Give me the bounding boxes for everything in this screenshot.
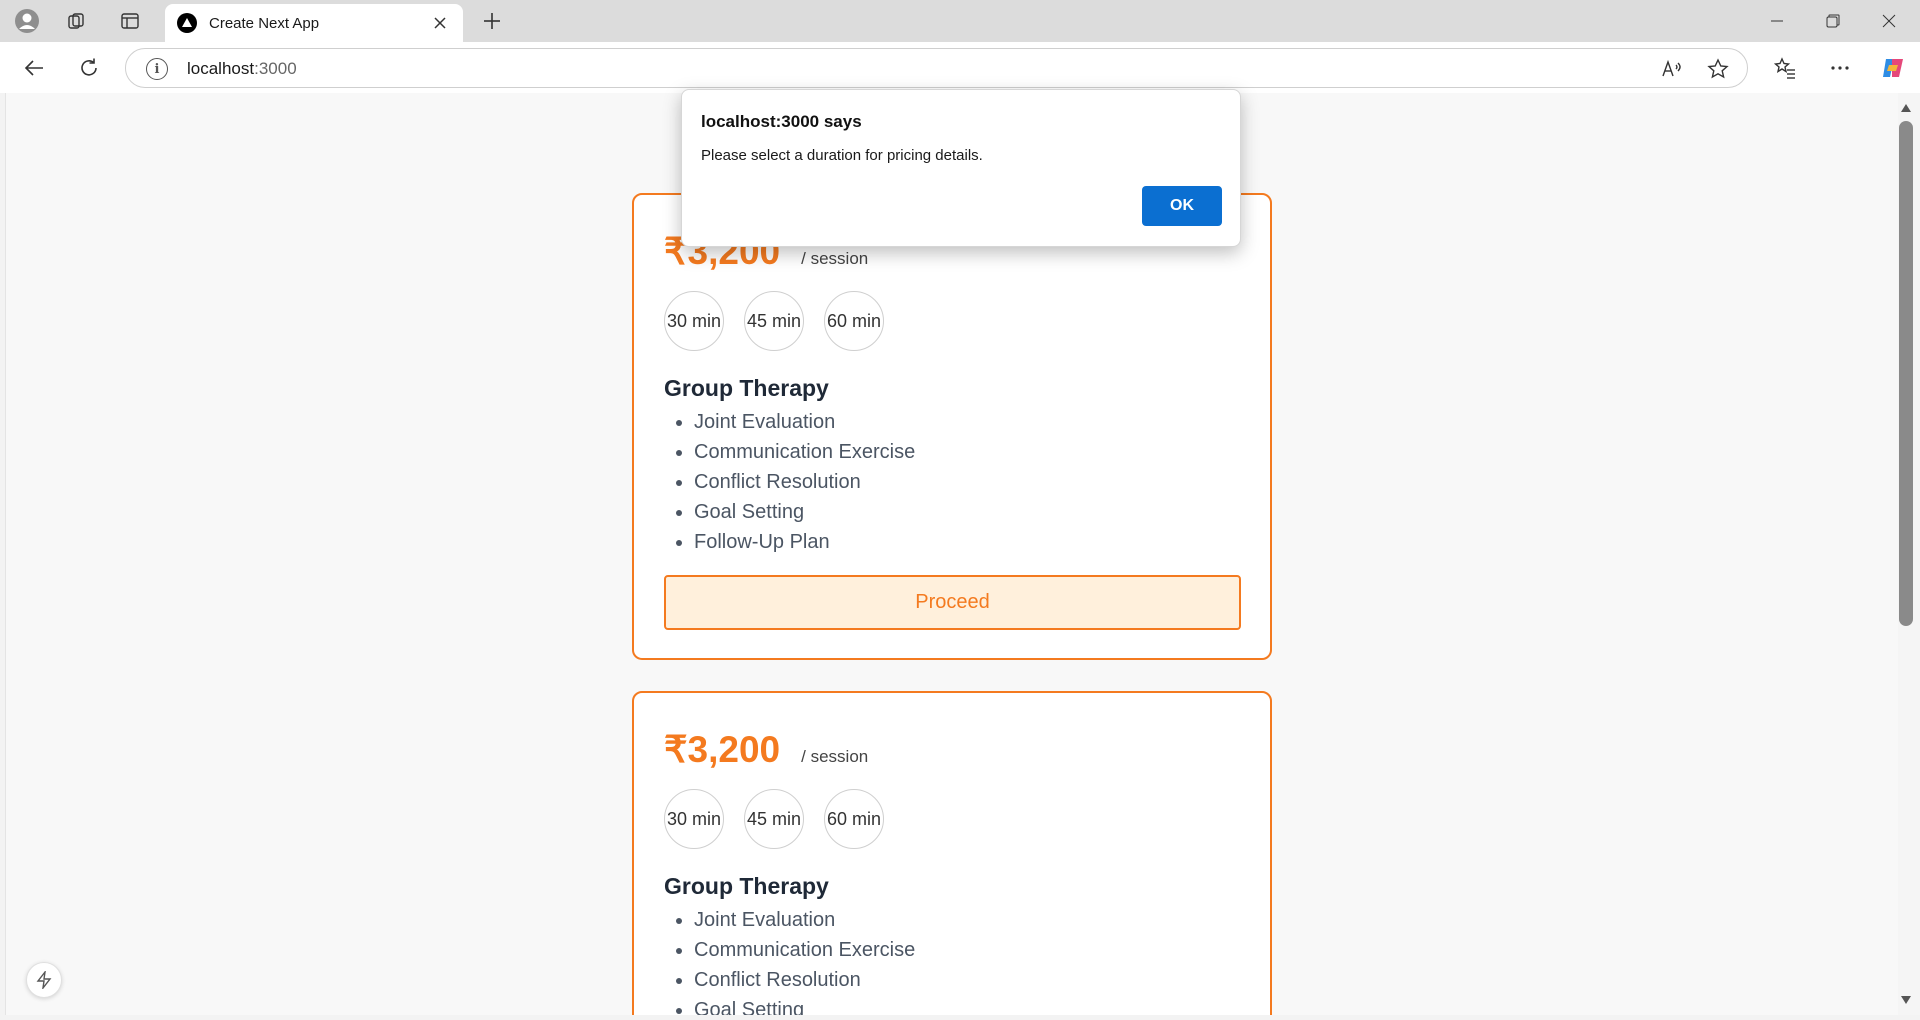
duration-options: 30 min 45 min 60 min bbox=[664, 291, 884, 351]
duration-30-button[interactable]: 30 min bbox=[664, 291, 724, 351]
pricing-card: ₹3,200 / session 30 min 45 min 60 min Gr… bbox=[632, 691, 1272, 1015]
scroll-up-icon[interactable] bbox=[1899, 101, 1913, 115]
ok-button[interactable]: OK bbox=[1142, 186, 1222, 226]
duration-60-button[interactable]: 60 min bbox=[824, 789, 884, 849]
collections-icon[interactable] bbox=[62, 6, 92, 36]
tab-close-icon[interactable] bbox=[429, 12, 451, 34]
site-info-icon[interactable]: i bbox=[146, 58, 168, 80]
proceed-button[interactable]: Proceed bbox=[664, 575, 1241, 630]
copilot-icon[interactable] bbox=[1875, 50, 1911, 86]
list-item: Conflict Resolution bbox=[694, 467, 915, 497]
alert-dialog: localhost:3000 says Please select a dura… bbox=[681, 89, 1241, 247]
nextjs-favicon-icon bbox=[177, 13, 197, 33]
profile-icon[interactable] bbox=[12, 6, 42, 36]
price: ₹3,200 bbox=[664, 729, 781, 770]
list-item: Joint Evaluation bbox=[694, 905, 915, 935]
price-unit: / session bbox=[801, 249, 869, 268]
url-port: :3000 bbox=[254, 59, 297, 78]
url-text[interactable]: localhost:3000 bbox=[187, 59, 297, 79]
restore-icon[interactable] bbox=[1805, 0, 1861, 42]
dev-tools-lightning-icon[interactable] bbox=[26, 962, 62, 998]
close-window-icon[interactable] bbox=[1861, 0, 1917, 42]
address-bar[interactable]: i localhost:3000 bbox=[125, 48, 1748, 88]
duration-options: 30 min 45 min 60 min bbox=[664, 789, 884, 849]
list-item: Communication Exercise bbox=[694, 437, 915, 467]
dialog-message: Please select a duration for pricing det… bbox=[701, 147, 983, 164]
card-title: Group Therapy bbox=[664, 873, 829, 899]
list-item: Communication Exercise bbox=[694, 935, 915, 965]
scroll-down-icon[interactable] bbox=[1899, 993, 1913, 1007]
tab-actions-icon[interactable] bbox=[115, 6, 145, 36]
minimize-icon[interactable] bbox=[1749, 0, 1805, 42]
pricing-card: ₹3,200 / session 30 min 45 min 60 min Gr… bbox=[632, 193, 1272, 660]
list-item: Follow-Up Plan bbox=[694, 527, 915, 557]
feature-list: Joint Evaluation Communication Exercise … bbox=[694, 407, 915, 557]
list-item: Conflict Resolution bbox=[694, 965, 915, 995]
scrollbar-thumb[interactable] bbox=[1899, 121, 1913, 626]
duration-45-button[interactable]: 45 min bbox=[744, 789, 804, 849]
tab-title: Create Next App bbox=[209, 14, 320, 32]
price-unit: / session bbox=[801, 747, 869, 766]
new-tab-icon[interactable] bbox=[477, 6, 507, 36]
list-item: Goal Setting bbox=[694, 497, 915, 527]
duration-60-button[interactable]: 60 min bbox=[824, 291, 884, 351]
duration-45-button[interactable]: 45 min bbox=[744, 291, 804, 351]
refresh-icon[interactable] bbox=[71, 50, 107, 86]
read-aloud-icon[interactable] bbox=[1658, 55, 1686, 83]
card-title: Group Therapy bbox=[664, 375, 829, 401]
browser-toolbar: i localhost:3000 bbox=[0, 42, 1920, 93]
favorite-star-icon[interactable] bbox=[1704, 55, 1732, 83]
feature-list: Joint Evaluation Communication Exercise … bbox=[694, 905, 915, 1015]
price-row: ₹3,200 / session bbox=[664, 728, 868, 771]
back-arrow-icon[interactable] bbox=[16, 50, 52, 86]
favorites-list-icon[interactable] bbox=[1767, 50, 1803, 86]
browser-tab-strip: Create Next App bbox=[0, 0, 1920, 42]
list-item: Joint Evaluation bbox=[694, 407, 915, 437]
duration-30-button[interactable]: 30 min bbox=[664, 789, 724, 849]
more-options-icon[interactable] bbox=[1822, 50, 1858, 86]
active-tab[interactable]: Create Next App bbox=[165, 4, 463, 42]
url-host: localhost bbox=[187, 59, 255, 78]
dialog-title: localhost:3000 says bbox=[701, 112, 862, 131]
list-item: Goal Setting bbox=[694, 995, 915, 1015]
